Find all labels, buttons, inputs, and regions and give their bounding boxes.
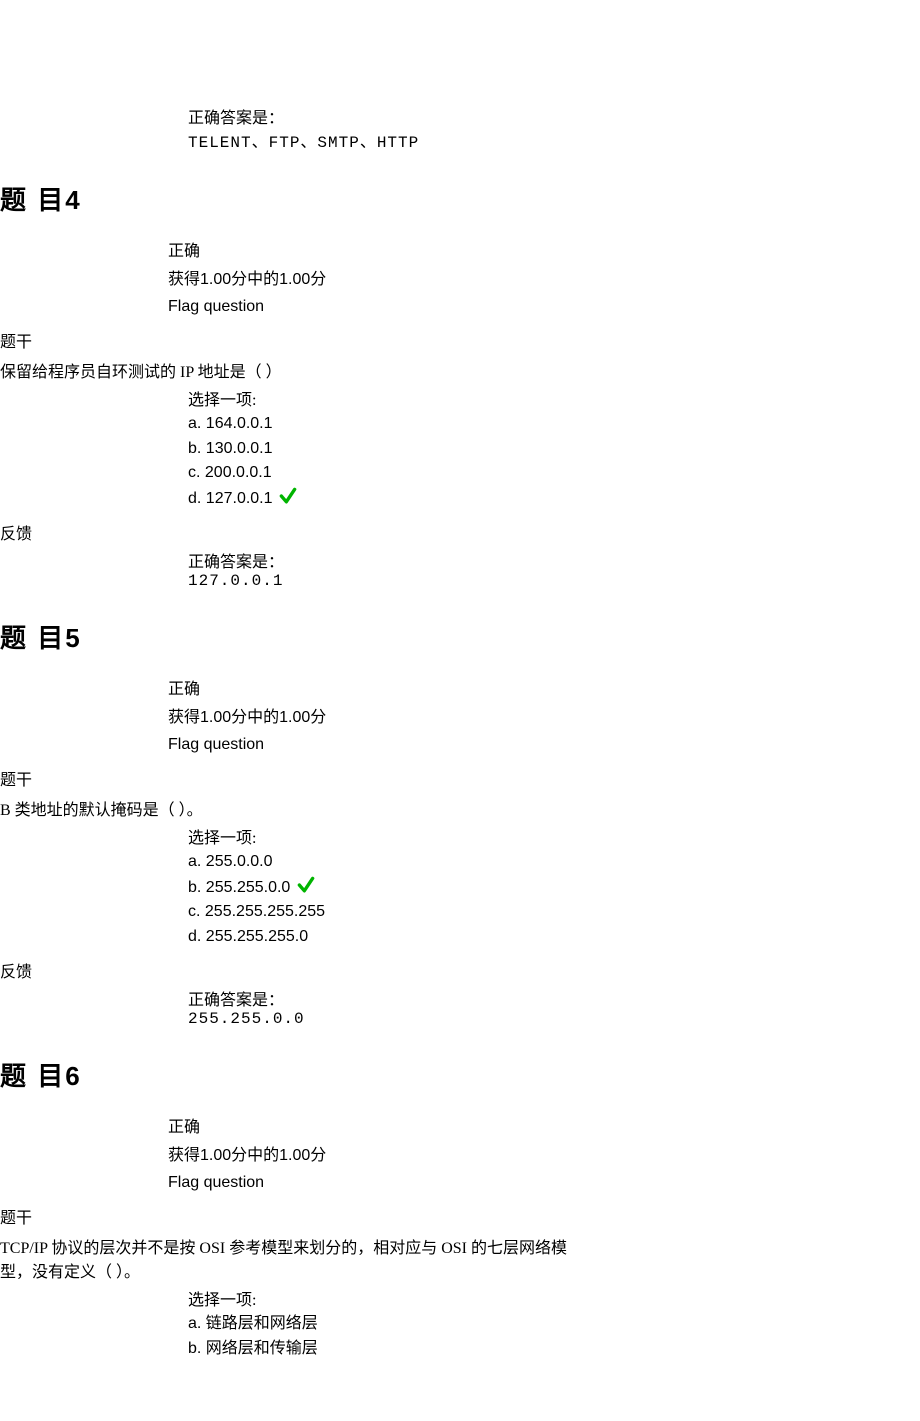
option-value: 255.255.255.255 [205,903,325,920]
option-value: 网络层和传输层 [206,1340,318,1357]
option-row[interactable]: c. 200.0.0.1 [188,461,920,486]
question-title: 题 目4 [0,180,920,217]
option-value: 200.0.0.1 [205,464,272,481]
select-prompt: 选择一项: [188,386,920,410]
option-row[interactable]: d. 255.255.255.0 [188,925,920,950]
option-row[interactable]: d. 127.0.0.1 [188,486,920,512]
score-line: 获得1.00分中的1.00分 [168,267,920,293]
score-line: 获得1.00分中的1.00分 [168,705,920,731]
status-label: 正确 [168,1115,920,1141]
option-label: a. [188,853,201,870]
option-value: 链路层和网络层 [206,1315,318,1332]
question-title: 题 目5 [0,618,920,655]
question-stem: B 类地址的默认掩码是（ ）。 [0,796,920,820]
stem-label: 题干 [0,1204,920,1228]
option-label: b. [188,440,201,457]
option-value: 164.0.0.1 [206,415,273,432]
correct-answer-value: 127.0.0.1 [188,572,920,590]
correct-answer-value: TELENT、FTP、SMTP、HTTP [188,128,920,152]
option-value: 130.0.0.1 [206,440,273,457]
option-label: d. [188,928,201,945]
option-row[interactable]: a. 164.0.0.1 [188,412,920,437]
option-label: c. [188,903,200,920]
option-value: 255.255.255.0 [206,928,308,945]
correct-answer-label: 正确答案是： [188,548,920,572]
question-stem: 保留给程序员自环测试的 IP 地址是（ ） [0,358,920,382]
option-value: 127.0.0.1 [206,490,273,507]
correct-answer-label: 正确答案是： [188,986,920,1010]
option-row[interactable]: a. 链路层和网络层 [188,1312,920,1337]
option-label: a. [188,415,201,432]
question-stem: TCP/IP 协议的层次并不是按 OSI 参考模型来划分的，相对应与 OSI 的… [0,1234,570,1282]
option-label: c. [188,464,200,481]
score-line: 获得1.00分中的1.00分 [168,1143,920,1169]
option-label: b. [188,1340,201,1357]
correct-answer-value: 255.255.0.0 [188,1010,920,1028]
option-row[interactable]: a. 255.0.0.0 [188,850,920,875]
option-row[interactable]: c. 255.255.255.255 [188,900,920,925]
stem-label: 题干 [0,766,920,790]
correct-answer-label: 正确答案是： [188,104,920,128]
document-page: 正确答案是： TELENT、FTP、SMTP、HTTP 题 目4 正确 获得1.… [0,0,920,1421]
option-row[interactable]: b. 网络层和传输层 [188,1337,920,1362]
option-row[interactable]: b. 255.255.0.0 [188,875,920,901]
option-label: b. [188,879,201,896]
option-label: a. [188,1315,201,1332]
flag-question-link[interactable]: Flag question [168,732,920,758]
select-prompt: 选择一项: [188,824,920,848]
stem-label: 题干 [0,328,920,352]
status-label: 正确 [168,677,920,703]
option-value: 255.255.0.0 [206,879,291,896]
flag-question-link[interactable]: Flag question [168,1170,920,1196]
check-icon [296,875,316,895]
check-icon [278,486,298,506]
question-title: 题 目6 [0,1056,920,1093]
option-row[interactable]: b. 130.0.0.1 [188,437,920,462]
select-prompt: 选择一项: [188,1286,920,1310]
status-label: 正确 [168,239,920,265]
feedback-label: 反馈 [0,958,920,982]
option-label: d. [188,490,201,507]
flag-question-link[interactable]: Flag question [168,294,920,320]
feedback-label: 反馈 [0,520,920,544]
option-value: 255.0.0.0 [206,853,273,870]
